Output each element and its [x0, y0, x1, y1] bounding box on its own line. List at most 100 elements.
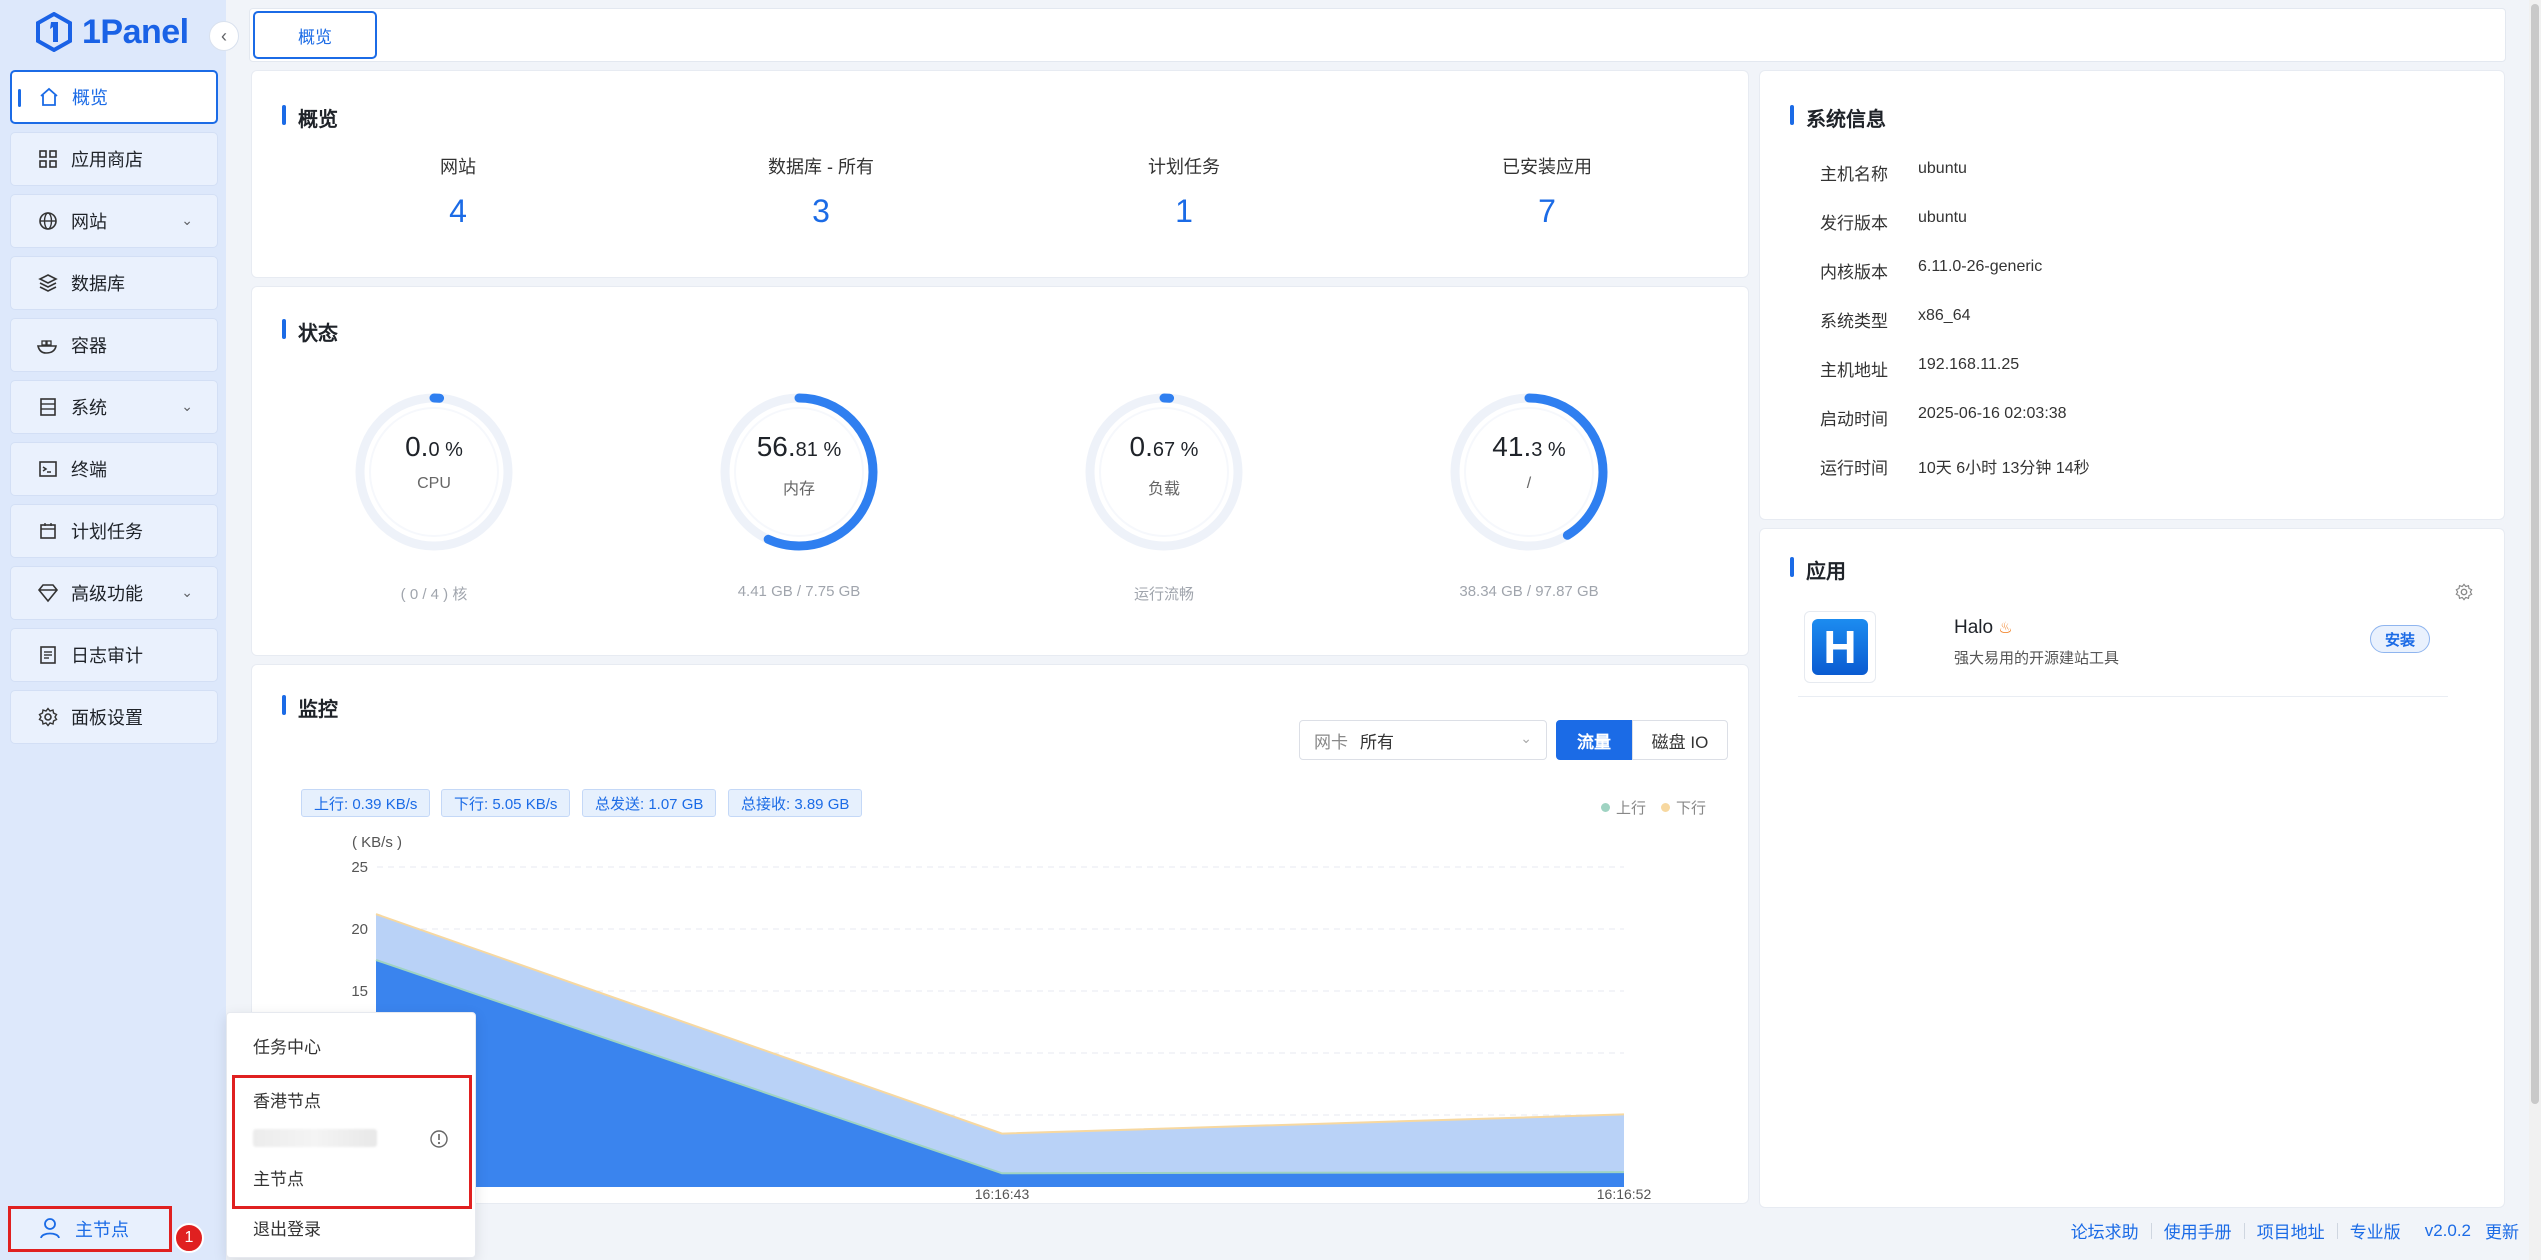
overview-value: 1 [1175, 193, 1193, 229]
sysinfo-key: 主机地址 [1820, 361, 1888, 380]
overview-value: 4 [449, 193, 467, 229]
gauge-dec: 67 % [1152, 439, 1199, 461]
gauge-footnote: 38.34 GB / 97.87 GB [1459, 583, 1599, 600]
gauge-int: 56. [756, 431, 796, 462]
sysinfo-value: 2025-06-16 02:03:38 [1918, 405, 2067, 422]
collapse-sidebar-button[interactable]: ‹ [209, 21, 239, 51]
settings-gear-icon[interactable] [2455, 583, 2473, 606]
overview-value: 7 [1538, 193, 1556, 229]
stat-chip-total-sent: 总发送: 1.07 GB [582, 789, 717, 817]
legend-label: 下行 [1676, 800, 1707, 817]
sysinfo-value: ubuntu [1918, 209, 1967, 226]
grid-icon [37, 148, 59, 170]
sysinfo-row: 主机地址 192.168.11.25 [1820, 356, 2019, 381]
chevron-down-icon: ⌄ [1520, 730, 1532, 746]
sysinfo-row: 启动时间 2025-06-16 02:03:38 [1820, 405, 2067, 430]
x-tick-label: 16:16:52 [1597, 1186, 1652, 1202]
legend-download[interactable]: 下行 [1661, 797, 1706, 818]
gauge-center: 0.0 % CPU [314, 431, 554, 493]
gauge-0: 0.0 % CPU ( 0 / 4 ) 核 [314, 387, 554, 604]
gauge-int: 0. [405, 431, 429, 462]
sidebar-item-label: 高级功能 [71, 584, 143, 604]
sysinfo-value: x86_64 [1918, 307, 1971, 324]
traffic-toggle-button[interactable]: 流量 [1556, 720, 1632, 760]
sidebar-item-website[interactable]: 网站 ⌄ [10, 194, 218, 248]
x-tick-label: 16:16:43 [975, 1186, 1030, 1202]
legend-dot [1661, 803, 1670, 812]
sidebar-item-overview[interactable]: 概览 [10, 70, 218, 124]
menu-item-main-node[interactable]: 主节点 [253, 1165, 304, 1190]
footer-link-forum[interactable]: 论坛求助 [2059, 1218, 2151, 1243]
sysinfo-key: 发行版本 [1820, 214, 1888, 233]
stat-chip-upload: 上行: 0.39 KB/s [301, 789, 431, 817]
sidebar-item-app-store[interactable]: 应用商店 [10, 132, 218, 186]
app-item[interactable]: H Halo ♨ 强大易用的开源建站工具 安装 [1798, 611, 2448, 697]
nic-select[interactable]: 网卡 所有 ⌄ [1299, 720, 1547, 760]
chevron-down-icon: ⌄ [181, 584, 193, 600]
gauge-label: 内存 [782, 481, 815, 498]
gauge-footnote: ( 0 / 4 ) 核 [400, 586, 468, 603]
overview-label: 网站 [440, 157, 476, 177]
current-node-label: 主节点 [75, 1220, 129, 1240]
tab-overview[interactable]: 概览 [253, 11, 377, 59]
overview-cron[interactable]: 计划任务 1 [1064, 153, 1304, 230]
sysinfo-key: 系统类型 [1820, 312, 1888, 331]
sidebar-item-label: 日志审计 [71, 646, 143, 666]
scrollbar-thumb[interactable] [2531, 4, 2539, 1104]
footer-link-project[interactable]: 项目地址 [2245, 1218, 2337, 1243]
sidebar-item-container[interactable]: 容器 [10, 318, 218, 372]
sidebar-item-terminal[interactable]: 终端 [10, 442, 218, 496]
overview-databases[interactable]: 数据库 - 所有 3 [701, 153, 941, 230]
app-description: 强大易用的开源建站工具 [1954, 650, 2120, 667]
layers-icon [37, 272, 59, 294]
overview-websites[interactable]: 网站 4 [338, 153, 578, 230]
gauge-2: 0.67 % 负载 运行流畅 [1044, 387, 1284, 604]
footer-link-pro[interactable]: 专业版 [2338, 1218, 2413, 1243]
status-title: 状态 [282, 317, 338, 346]
footer: 论坛求助 使用手册 项目地址 专业版 v2.0.2 更新 [2059, 1218, 2519, 1243]
gauge-1: 56.81 % 内存 4.41 GB / 7.75 GB [679, 387, 919, 600]
tab-bar: 概览 [249, 8, 2506, 62]
legend-label: 上行 [1616, 800, 1647, 817]
menu-item-logout[interactable]: 退出登录 [253, 1215, 321, 1240]
sysinfo-key: 主机名称 [1820, 165, 1888, 184]
overview-value: 3 [812, 193, 830, 229]
sysinfo-value: 10天 6小时 13分钟 14秒 [1918, 460, 2090, 477]
overview-apps[interactable]: 已安装应用 7 [1427, 153, 1667, 230]
sidebar-item-label: 系统 [71, 398, 107, 418]
y-tick-label: 25 [351, 859, 368, 876]
legend-upload[interactable]: 上行 [1601, 797, 1646, 818]
annotation-badge-1: 1 [174, 1223, 204, 1253]
menu-item-hk-node[interactable]: 香港节点 [253, 1087, 321, 1112]
sidebar-item-label: 数据库 [71, 274, 125, 294]
sidebar-item-settings[interactable]: 面板设置 [10, 690, 218, 744]
1panel-logo-icon [36, 12, 72, 52]
app-name-text: Halo [1954, 617, 1994, 638]
gauge-label: / [1526, 475, 1532, 492]
sidebar-item-cron[interactable]: 计划任务 [10, 504, 218, 558]
sidebar-item-label: 网站 [71, 212, 107, 232]
user-icon [39, 1217, 63, 1241]
upload-line [375, 959, 1625, 1175]
sysinfo-card: 系统信息 主机名称 ubuntu 发行版本 ubuntu 内核版本 6.11.0-26-g… [1759, 70, 2505, 520]
footer-link-docs[interactable]: 使用手册 [2152, 1218, 2244, 1243]
sidebar-item-database[interactable]: 数据库 [10, 256, 218, 310]
current-node-button[interactable]: 主节点 [8, 1206, 172, 1252]
sidebar-item-system[interactable]: 系统 ⌄ [10, 380, 218, 434]
gauge-int: 0. [1129, 431, 1153, 462]
legend-dot [1601, 803, 1610, 812]
diamond-icon [37, 582, 59, 604]
sidebar-item-logs[interactable]: 日志审计 [10, 628, 218, 682]
node-popup-menu: 任务中心 香港节点 主节点 退出登录 [226, 1012, 476, 1258]
sysinfo-key: 运行时间 [1820, 459, 1888, 478]
menu-item-task-center[interactable]: 任务中心 [253, 1033, 321, 1058]
overview-label: 数据库 - 所有 [768, 157, 874, 177]
sysinfo-key: 内核版本 [1820, 263, 1888, 282]
terminal-icon [37, 458, 59, 480]
install-button[interactable]: 安装 [2370, 625, 2430, 653]
gauge-3: 41.3 % / 38.34 GB / 97.87 GB [1409, 387, 1649, 600]
info-icon[interactable] [429, 1129, 449, 1154]
disk-io-toggle-button[interactable]: 磁盘 IO [1632, 720, 1728, 760]
update-link[interactable]: 更新 [2471, 1218, 2519, 1243]
sidebar-item-advanced[interactable]: 高级功能 ⌄ [10, 566, 218, 620]
